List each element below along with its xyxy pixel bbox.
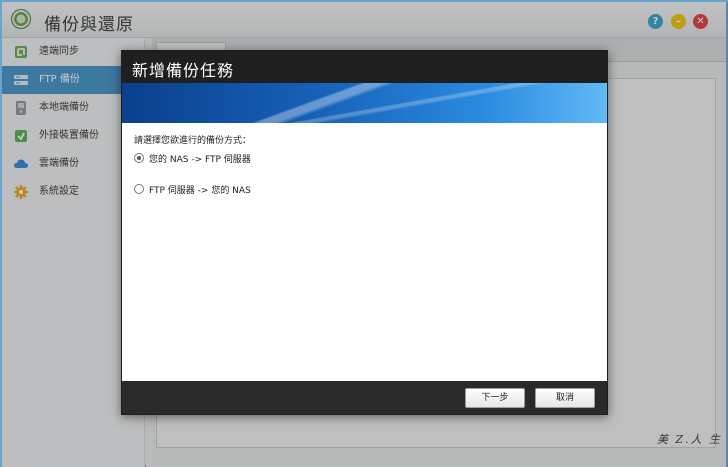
option-label: 您的 NAS -> FTP 伺服器: [149, 155, 251, 165]
radio-button-selected[interactable]: [134, 153, 144, 163]
backup-method-prompt: 請選擇您欲進行的備份方式：: [134, 136, 252, 146]
watermark-signature: 美 Z.人 生: [657, 433, 722, 446]
dialog-banner: [122, 83, 607, 123]
option-nas-to-ftp[interactable]: 您的 NAS -> FTP 伺服器: [134, 153, 251, 167]
option-ftp-to-nas[interactable]: FTP 伺服器 -> 您的 NAS: [134, 184, 251, 198]
dialog-footer: 下一步 取消: [122, 381, 607, 414]
cancel-button[interactable]: 取消: [535, 388, 595, 408]
new-backup-task-dialog: 新增備份任務 請選擇您欲進行的備份方式： 您的 NAS -> FTP 伺服器 F…: [121, 50, 608, 415]
option-label: FTP 伺服器 -> 您的 NAS: [149, 186, 251, 196]
next-button[interactable]: 下一步: [465, 388, 525, 408]
radio-button[interactable]: [134, 184, 144, 194]
dialog-title: 新增備份任務: [132, 61, 235, 80]
dialog-header: 新增備份任務: [122, 51, 607, 83]
dialog-body: 請選擇您欲進行的備份方式： 您的 NAS -> FTP 伺服器 FTP 伺服器 …: [122, 123, 607, 381]
app-window: 備份與還原 ? – ✕ 遠端同步 FTP 備份 本地端備份 外接裝置備份 雲端備…: [0, 0, 728, 467]
